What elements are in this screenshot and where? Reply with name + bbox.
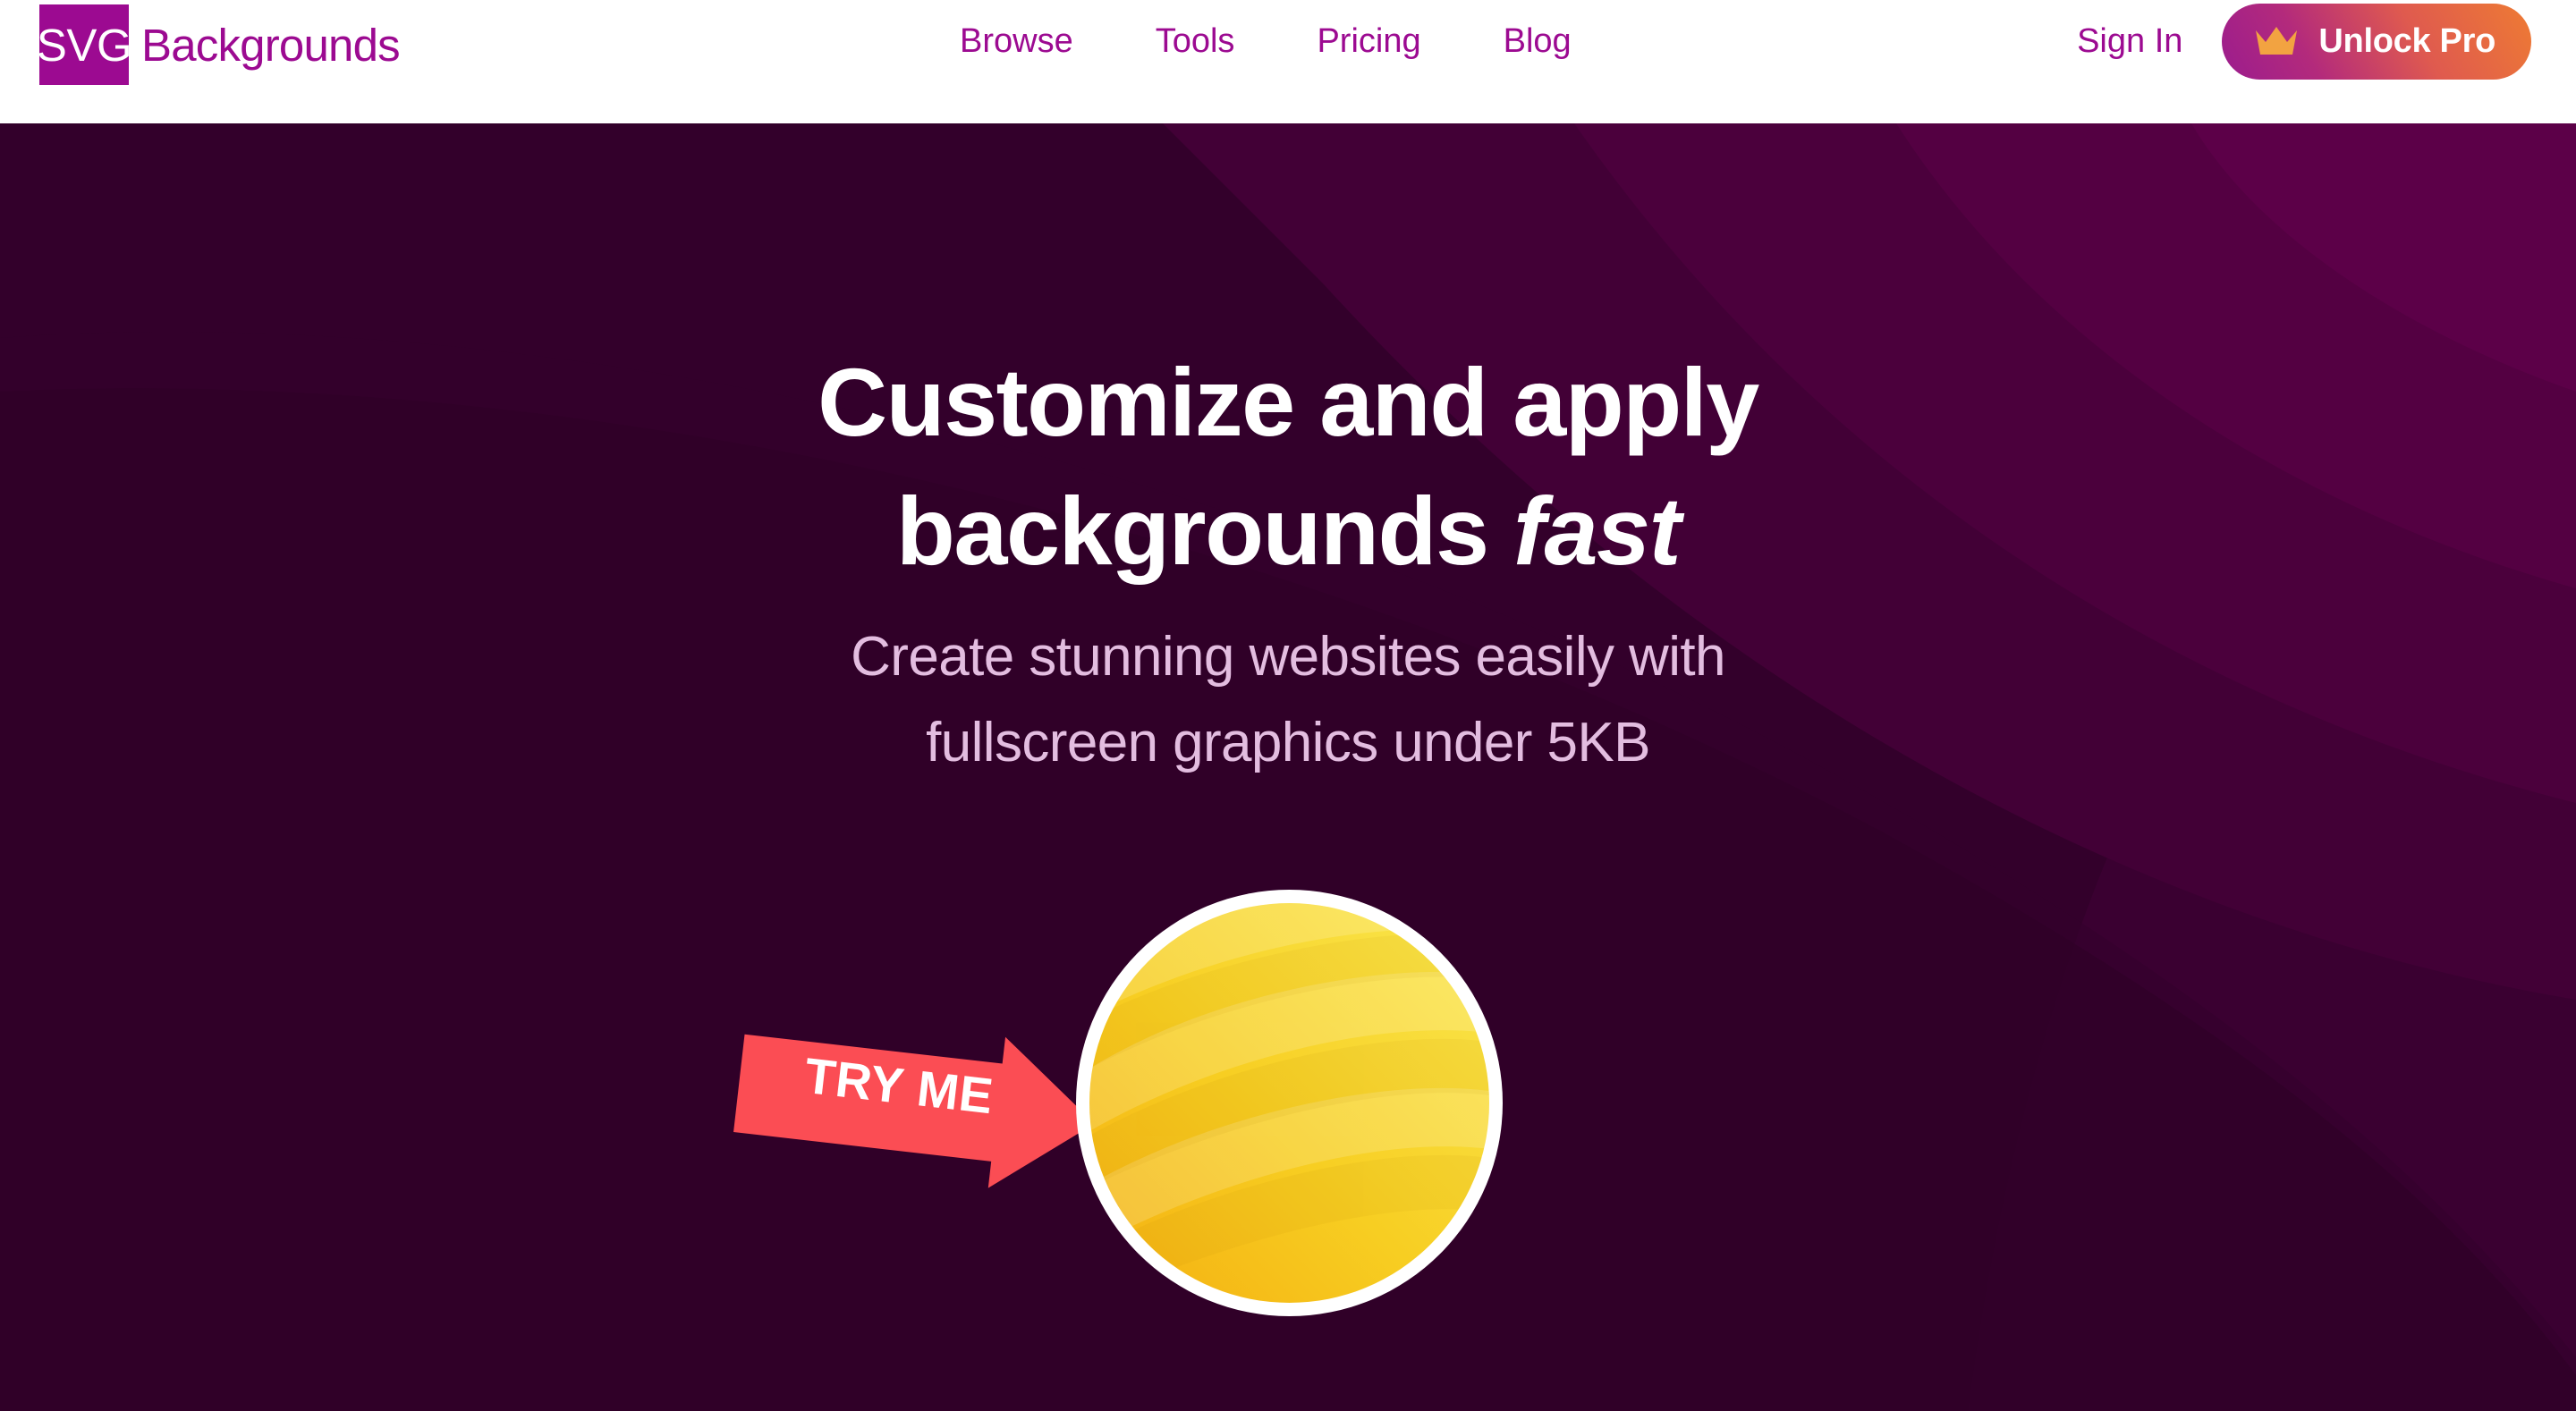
header-actions: Sign In Unlock Pro <box>2077 0 2531 82</box>
site-header: SVG Backgrounds Browse Tools Pricing Blo… <box>0 0 2576 123</box>
hero-subtitle-line-2: fullscreen graphics under 5KB <box>926 712 1650 774</box>
main-navigation: Browse Tools Pricing Blog <box>960 0 1572 82</box>
hero-title-line-1: Customize and apply <box>818 348 1759 456</box>
sign-in-link[interactable]: Sign In <box>2077 24 2182 58</box>
nav-item-tools[interactable]: Tools <box>1156 24 1235 58</box>
crown-icon <box>2256 27 2298 55</box>
demo-preview-circle[interactable] <box>1076 890 1503 1316</box>
hero-section: Customize and apply backgrounds fast Cre… <box>0 123 2576 1411</box>
page-root: SVG Backgrounds Browse Tools Pricing Blo… <box>0 0 2576 1411</box>
hero-title-line-2-plain: backgrounds <box>895 476 1514 585</box>
hero-title-line-2-emphasis: fast <box>1513 476 1682 585</box>
demo-preview-circle-inner <box>1089 903 1489 1303</box>
hero-subtitle: Create stunning websites easily with ful… <box>0 614 2576 786</box>
unlock-pro-button[interactable]: Unlock Pro <box>2222 3 2531 80</box>
hero-title: Customize and apply backgrounds fast <box>0 123 2576 595</box>
brand-logo-mark: SVG <box>36 4 132 85</box>
unlock-pro-label: Unlock Pro <box>2318 22 2496 60</box>
wavy-gradient-pattern <box>1089 903 1489 1303</box>
nav-item-blog[interactable]: Blog <box>1504 24 1572 58</box>
brand-logo-word: Backgrounds <box>141 19 401 71</box>
hero-subtitle-line-1: Create stunning websites easily with <box>851 626 1725 689</box>
brand-logo-mark-text: SVG <box>36 19 132 71</box>
nav-item-pricing[interactable]: Pricing <box>1317 24 1420 58</box>
hero-content: Customize and apply backgrounds fast Cre… <box>0 123 2576 786</box>
nav-item-browse[interactable]: Browse <box>960 24 1073 58</box>
brand-logo[interactable]: SVG Backgrounds <box>36 4 401 86</box>
